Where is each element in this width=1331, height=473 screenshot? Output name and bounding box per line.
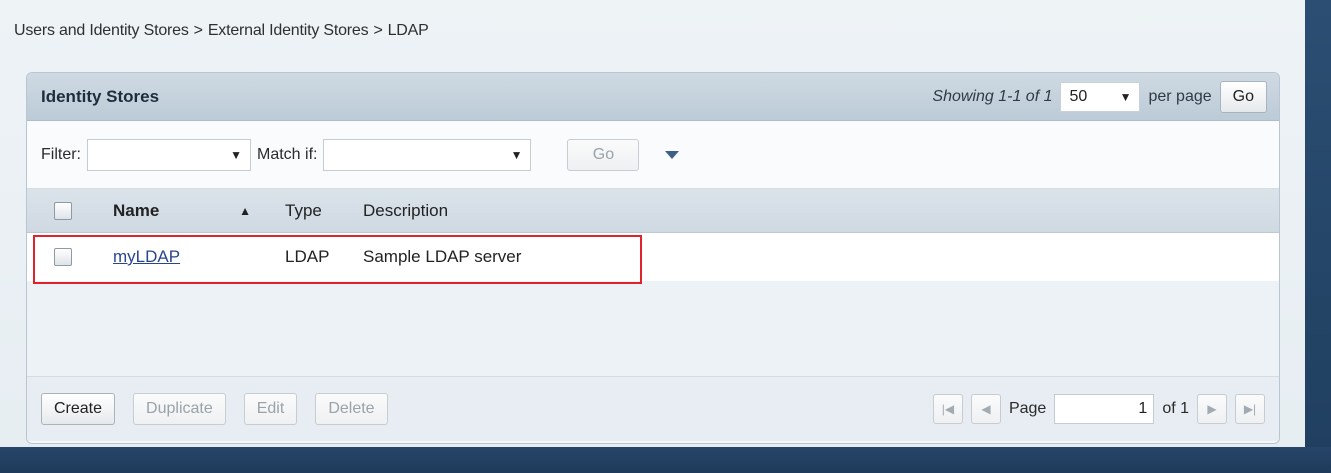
chevron-down-icon: ▼	[1119, 89, 1132, 104]
per-page-go-button[interactable]: Go	[1219, 80, 1267, 113]
breadcrumb-item-2[interactable]: External Identity Stores	[208, 22, 369, 39]
breadcrumb-item-1[interactable]: Users and Identity Stores	[14, 22, 189, 39]
per-page-select[interactable]: 50 ▼	[1060, 81, 1141, 112]
bottom-rail	[0, 447, 1331, 473]
table-header: Name ▲ Type Description	[27, 189, 1279, 233]
column-header-name[interactable]: Name ▲	[99, 201, 271, 221]
select-all-checkbox[interactable]	[54, 201, 72, 220]
filter-toggle-icon[interactable]	[665, 150, 680, 159]
filter-bar: Filter: ▼ Match if: ▼ Go	[27, 121, 1279, 189]
delete-button[interactable]: Delete	[315, 393, 388, 425]
panel-title: Identity Stores	[41, 86, 160, 106]
per-page-value: 50	[1069, 87, 1088, 105]
edit-button[interactable]: Edit	[243, 393, 298, 425]
chevron-down-icon: ▼	[230, 147, 242, 162]
identity-stores-panel: Identity Stores Showing 1-1 of 1 50 ▼ pe…	[26, 72, 1280, 444]
breadcrumb-separator: >	[193, 22, 203, 39]
column-header-description[interactable]: Description	[351, 201, 1279, 221]
create-button[interactable]: Create	[41, 393, 116, 425]
filter-select[interactable]: ▼	[87, 138, 251, 171]
action-buttons: Create Duplicate Edit Delete	[41, 393, 388, 425]
breadcrumb: Users and Identity Stores > External Ident…	[14, 22, 429, 40]
right-rail	[1305, 0, 1331, 473]
column-header-type[interactable]: Type	[271, 201, 351, 221]
match-select[interactable]: ▼	[323, 138, 532, 171]
last-page-icon[interactable]: ▶|	[1235, 394, 1265, 424]
highlight-box	[33, 235, 642, 284]
column-header-name-label: Name	[113, 200, 160, 220]
page-label: Page	[1008, 400, 1047, 417]
page-number-input[interactable]: 1	[1054, 394, 1155, 424]
chevron-down-icon: ▼	[510, 147, 523, 162]
filter-label: Filter:	[41, 145, 81, 163]
page-of-label: of 1	[1162, 400, 1189, 417]
breadcrumb-item-3: LDAP	[387, 22, 429, 39]
panel-header: Identity Stores Showing 1-1 of 1 50 ▼ pe…	[27, 73, 1279, 121]
select-all-cell	[27, 201, 99, 220]
duplicate-button[interactable]: Duplicate	[133, 393, 226, 425]
prev-page-icon[interactable]: ◀	[970, 394, 1001, 424]
table-row[interactable]: myLDAP LDAP Sample LDAP server	[27, 233, 1279, 284]
next-page-icon[interactable]: ▶	[1197, 394, 1227, 424]
first-page-icon[interactable]: |◀	[932, 394, 963, 424]
table-empty-area	[27, 281, 1279, 377]
panel-footer: Create Duplicate Edit Delete |◀ ◀ Page 1…	[27, 377, 1279, 441]
breadcrumb-separator: >	[373, 22, 383, 39]
page-background: Users and Identity Stores > External Ident…	[0, 0, 1331, 473]
sort-ascending-icon: ▲	[239, 203, 251, 218]
bottom-pager: |◀ ◀ Page 1 of 1 ▶ ▶|	[932, 394, 1265, 424]
filter-go-button[interactable]: Go	[567, 138, 640, 171]
top-pager: Showing 1-1 of 1 50 ▼ per page Go	[932, 80, 1267, 113]
showing-count: Showing 1-1 of 1	[932, 87, 1053, 105]
match-label: Match if:	[257, 145, 318, 163]
per-page-label: per page	[1148, 87, 1212, 105]
